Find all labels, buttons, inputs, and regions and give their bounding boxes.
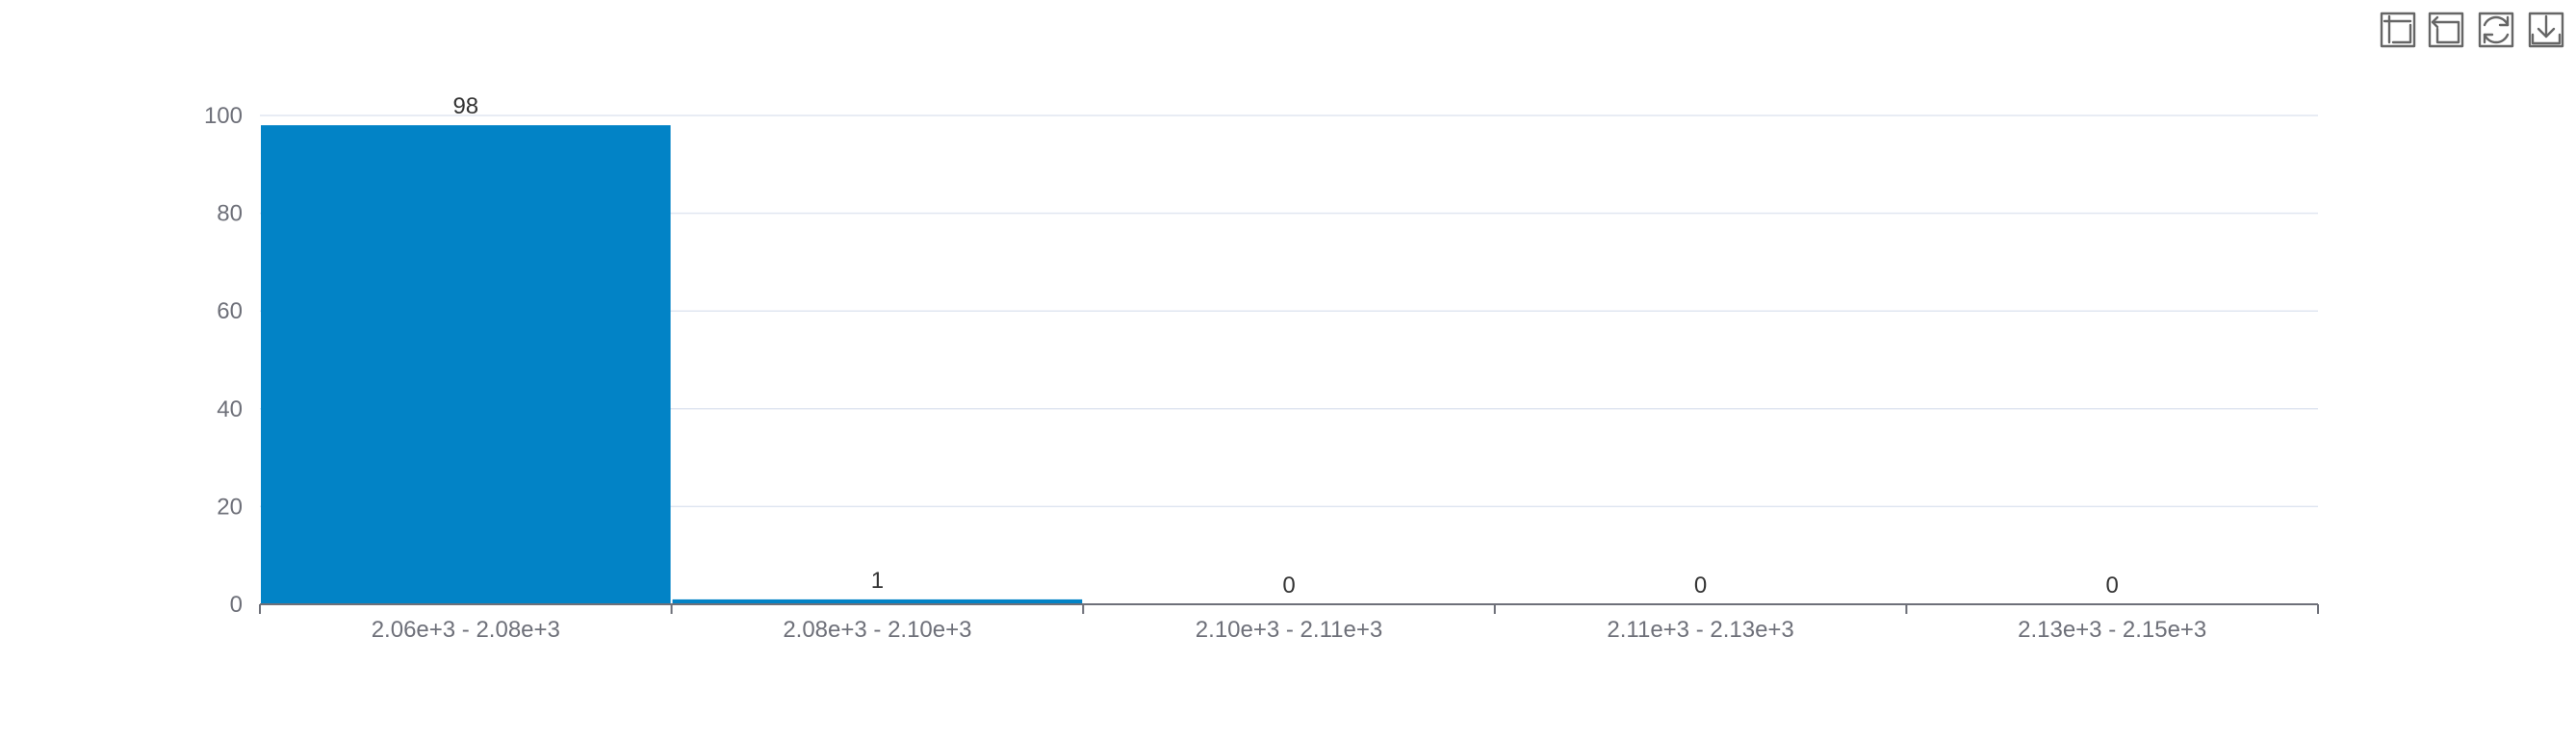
histogram-chart: 020406080100 2.06e+3 - 2.08e+3 2.08e+3 - …	[204, 12, 2564, 643]
zoom-icon[interactable]	[2380, 12, 2416, 48]
x-axis-tick-labels: 2.06e+3 - 2.08e+3 2.08e+3 - 2.10e+3 2.10e+…	[372, 617, 2207, 643]
bar[interactable]	[261, 125, 671, 604]
bar-value-label: 0	[2106, 573, 2119, 599]
x-tick-label: 2.13e+3 - 2.15e+3	[2018, 617, 2206, 643]
zoom-back-icon[interactable]	[2428, 12, 2464, 48]
y-tick-label: 20	[217, 494, 243, 520]
y-tick-label: 80	[217, 201, 243, 227]
bar-value-label: 1	[871, 568, 884, 594]
restore-icon[interactable]	[2478, 12, 2514, 48]
x-tick-label: 2.06e+3 - 2.08e+3	[372, 617, 560, 643]
bar-value-label: 0	[1694, 573, 1707, 599]
y-axis-tick-labels: 0 20 40 60 80 100	[204, 103, 243, 618]
data-labels: 98 1 0 0 0	[452, 93, 2118, 599]
x-tick-label: 2.08e+3 - 2.10e+3	[783, 617, 971, 643]
x-tick-label: 2.11e+3 - 2.13e+3	[1607, 617, 1793, 643]
x-axis	[259, 603, 2319, 614]
y-tick-label: 100	[204, 103, 243, 129]
chart-toolbox	[2380, 12, 2564, 48]
bar-value-label: 98	[452, 93, 478, 119]
y-tick-label: 0	[230, 592, 243, 618]
download-icon[interactable]	[2528, 12, 2564, 48]
y-tick-label: 60	[217, 298, 243, 324]
bar-value-label: 0	[1282, 573, 1295, 599]
x-tick-label: 2.10e+3 - 2.11e+3	[1196, 617, 1382, 643]
y-tick-label: 40	[217, 396, 243, 422]
bars	[261, 125, 1083, 604]
